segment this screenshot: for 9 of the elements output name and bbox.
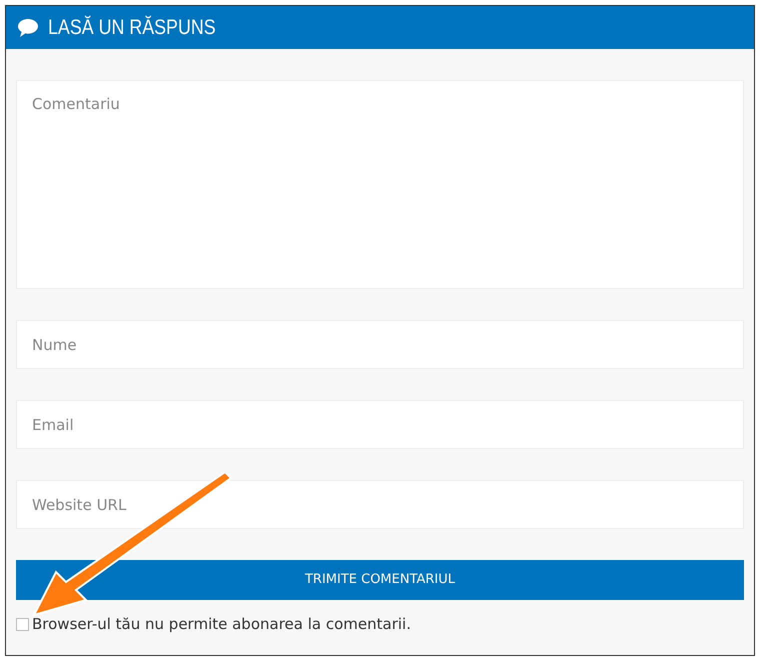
comment-field[interactable]: Comentariu (16, 80, 744, 289)
input-field[interactable]: Website URL (16, 480, 744, 529)
subscribe-label: Browser-ul tău nu permite abonarea la comentarii. (32, 614, 411, 635)
input-field[interactable]: Nume (16, 320, 744, 369)
panel-title: LASĂ UN RĂSPUNS (48, 14, 216, 41)
speech-bubble-icon (17, 18, 39, 38)
input-field[interactable]: Email (16, 400, 744, 449)
subscribe-checkbox[interactable] (16, 618, 29, 631)
submit-button[interactable]: TRIMITE COMENTARIUL (16, 560, 744, 600)
